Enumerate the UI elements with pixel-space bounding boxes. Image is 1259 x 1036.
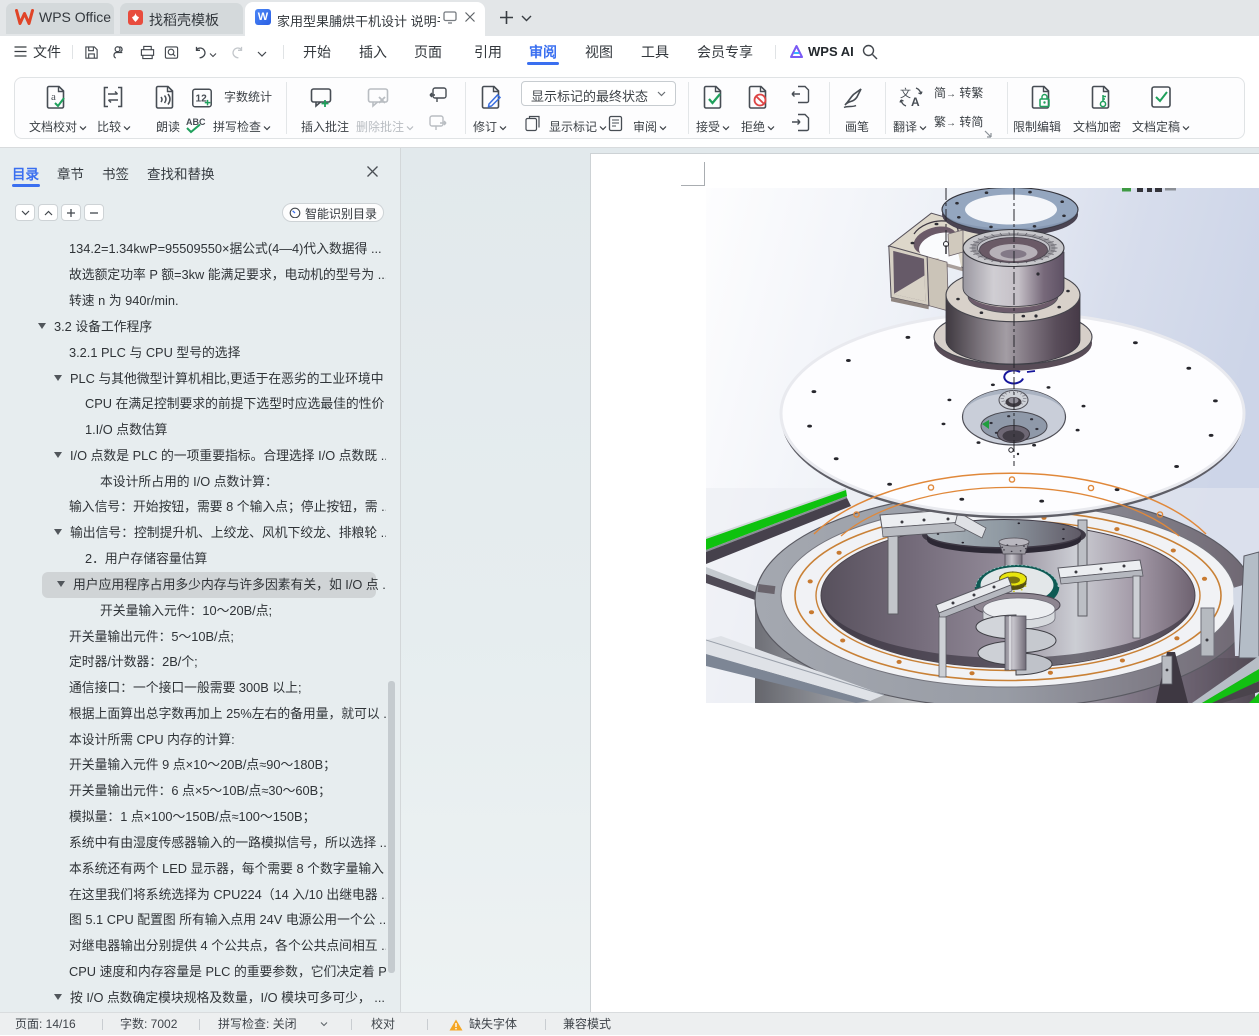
svg-text:a: a xyxy=(51,91,56,103)
svg-text:A: A xyxy=(911,95,920,109)
svg-text:文: 文 xyxy=(900,86,911,100)
